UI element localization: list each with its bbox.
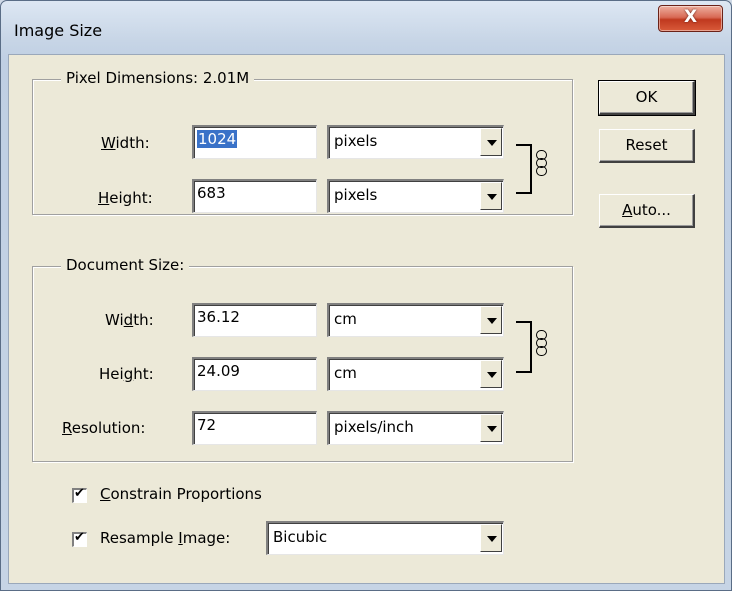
resolution-input[interactable]: 72 xyxy=(192,411,317,445)
document-height-label: Height: xyxy=(99,365,154,383)
window-title: Image Size xyxy=(14,21,103,40)
resolution-unit-select[interactable]: pixels/inch xyxy=(327,411,504,445)
chevron-down-icon[interactable] xyxy=(480,524,502,552)
document-height-unit-select[interactable]: cm xyxy=(327,357,504,391)
close-icon: X xyxy=(683,7,698,27)
pixel-height-label: Height: xyxy=(98,189,153,207)
document-width-input[interactable]: 36.12 xyxy=(192,303,317,337)
pixel-height-unit-select[interactable]: pixels xyxy=(327,179,504,213)
document-width-unit-select[interactable]: cm xyxy=(327,303,504,337)
pixel-dimensions-size: 2.01M xyxy=(202,69,250,87)
pixel-width-unit-select[interactable]: pixels xyxy=(327,125,504,159)
chevron-down-icon[interactable] xyxy=(480,360,502,388)
close-button[interactable]: X xyxy=(658,5,723,32)
chevron-down-icon[interactable] xyxy=(480,182,502,210)
chevron-down-icon[interactable] xyxy=(480,128,502,156)
resample-method-select[interactable]: Bicubic xyxy=(266,521,504,555)
image-size-dialog: Image Size X Pixel Dimensions: 2.01M Wid… xyxy=(0,0,732,591)
document-height-input[interactable]: 24.09 xyxy=(192,357,317,391)
pixel-height-input[interactable]: 683 xyxy=(192,179,317,213)
document-link-bracket xyxy=(516,321,532,373)
document-size-label: Document Size: xyxy=(61,256,190,274)
document-width-label: Width: xyxy=(105,311,154,329)
chain-link-icon xyxy=(536,330,547,356)
reset-button[interactable]: Reset xyxy=(599,129,695,163)
dialog-client-area: Pixel Dimensions: 2.01M Width: 1024 pixe… xyxy=(8,54,725,584)
chevron-down-icon[interactable] xyxy=(480,306,502,334)
ok-button[interactable]: OK xyxy=(598,80,696,116)
title-bar[interactable]: Image Size X xyxy=(1,1,731,53)
pixel-dimensions-label: Pixel Dimensions: 2.01M xyxy=(61,69,255,87)
pixel-link-bracket xyxy=(516,144,532,194)
chevron-down-icon[interactable] xyxy=(480,414,502,442)
resolution-label: Resolution: xyxy=(62,419,146,437)
resample-image-checkbox[interactable] xyxy=(72,530,87,547)
constrain-proportions-checkbox[interactable] xyxy=(72,486,87,503)
pixel-width-label: Width: xyxy=(101,134,150,152)
constrain-proportions-label[interactable]: Constrain Proportions xyxy=(100,485,262,503)
auto-button[interactable]: Auto... xyxy=(599,194,695,228)
chain-link-icon xyxy=(536,150,547,176)
resample-image-label[interactable]: Resample Image: xyxy=(100,529,230,547)
pixel-width-input[interactable]: 1024 xyxy=(192,125,317,159)
